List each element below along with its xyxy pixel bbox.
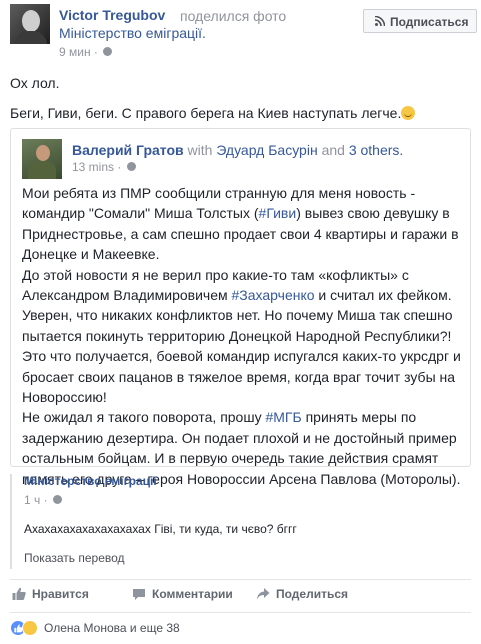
share-icon — [256, 588, 270, 600]
translate-link[interactable]: Показать перевод — [24, 551, 125, 565]
avatar-body — [28, 161, 56, 179]
avatar-face — [22, 10, 40, 32]
reactions-summary[interactable]: Олена Монова и еще 38 — [10, 620, 180, 636]
author-avatar[interactable] — [10, 4, 50, 44]
post-line-1: Ох лол. — [10, 75, 60, 91]
post-header: Victor Tregubov поделился фото Міністерс… — [10, 4, 477, 59]
shared-text-3a: Не ожидал я такого поворота, прошу — [22, 409, 266, 426]
comment-text: Ахахахахахахахахахах Гіві, ти куда, ти ч… — [24, 522, 297, 536]
shared-text-2b: и считал их фейком. Уверен, что никаких … — [22, 287, 461, 406]
shared-body: Мои ребята из ПМР сообщили странную для … — [22, 183, 462, 489]
comment-time[interactable]: 1 ч — [24, 493, 40, 507]
and-text: and — [321, 142, 345, 158]
avatar-body — [15, 31, 47, 44]
hashtag-zakharchenko[interactable]: #Захарченко — [232, 287, 315, 303]
with-text: with — [187, 142, 213, 158]
comment-button[interactable]: Комментарии — [132, 587, 233, 601]
rss-icon — [375, 16, 385, 26]
comment-label: Комментарии — [152, 587, 233, 601]
comment-meta: 1 ч · — [24, 493, 62, 507]
share-verb: поделился фото — [180, 8, 287, 24]
reactions-label: Олена Монова и еще 38 — [44, 621, 180, 635]
post-time[interactable]: 9 мин — [59, 45, 91, 59]
comment: Міністерство еміграції 1 ч · Ахахахахаха… — [10, 474, 471, 569]
action-bar: Нравится Комментарии Поделиться — [10, 580, 471, 610]
shared-post[interactable]: Валерий Гратов with Эдуард Басурін and 3… — [10, 128, 471, 487]
post-text: Ох лол. Беги, Гиви, беги. С правого бере… — [10, 73, 471, 133]
hashtag-mgb[interactable]: #МГБ — [265, 409, 301, 425]
post-line-2-text: Беги, Гиви, беги. С правого берега на Ки… — [10, 105, 402, 121]
shared-author-avatar[interactable] — [22, 139, 62, 179]
hashtag-givi[interactable]: #Гиви — [259, 205, 297, 221]
page-link[interactable]: Міністерство еміграції. — [59, 25, 206, 41]
globe-icon — [126, 162, 136, 171]
subscribe-button[interactable]: Подписаться — [363, 9, 477, 33]
post-meta: 9 мин · — [59, 45, 113, 59]
subscribe-label: Подписаться — [390, 15, 469, 29]
divider — [10, 612, 471, 613]
like-label: Нравится — [32, 587, 89, 601]
shared-header: Валерий Гратов with Эдуард Басурін and 3… — [72, 142, 403, 158]
share-button[interactable]: Поделиться — [256, 587, 348, 601]
haha-reaction-icon — [22, 620, 38, 636]
comment-icon — [133, 589, 145, 600]
like-button[interactable]: Нравится — [12, 587, 89, 601]
share-label: Поделиться — [276, 587, 349, 601]
thumbs-up-icon — [12, 587, 26, 600]
shared-meta: 13 mins · — [72, 160, 136, 174]
globe-icon — [103, 47, 113, 56]
post-line-2: Беги, Гиви, беги. С правого берега на Ки… — [10, 103, 471, 123]
shared-author-name[interactable]: Валерий Гратов — [72, 142, 184, 158]
avatar-face — [36, 145, 50, 161]
shared-time[interactable]: 13 mins — [72, 160, 114, 174]
globe-icon — [52, 495, 62, 504]
tagged-person[interactable]: Эдуард Басурін — [216, 142, 317, 158]
author-name[interactable]: Victor Tregubov — [59, 7, 165, 23]
smiley-icon — [401, 106, 416, 120]
comment-author[interactable]: Міністерство еміграції — [24, 474, 157, 488]
others-link[interactable]: 3 others. — [349, 142, 403, 158]
